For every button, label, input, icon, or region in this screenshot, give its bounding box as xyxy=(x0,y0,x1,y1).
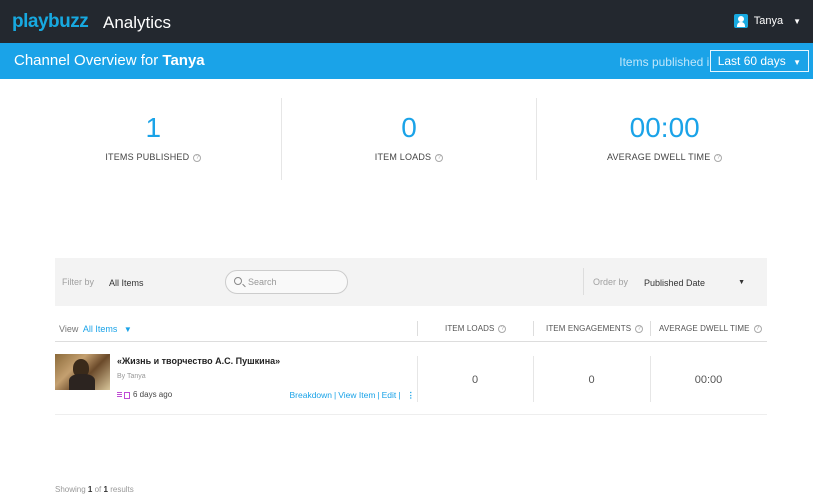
table-header: View All Items ▼ ITEM LOADS? ITEM ENGAGE… xyxy=(55,318,767,342)
chevron-down-icon: ▼ xyxy=(123,325,132,334)
channel-bar: Channel Overview for Tanya Items publish… xyxy=(0,43,813,79)
item-age-text: 6 days ago xyxy=(133,390,173,399)
published-in-label: Items published in xyxy=(619,55,716,69)
dwell-time-value: 00:00 xyxy=(694,374,723,386)
item-title[interactable]: «Жизнь и творчество А.С. Пушкина» xyxy=(117,356,280,366)
view-label: View xyxy=(59,324,79,334)
view-item-link[interactable]: View Item xyxy=(338,390,375,400)
search-input[interactable]: Search xyxy=(225,270,348,294)
table-row: «Жизнь и творчество А.С. Пушкина» By Tan… xyxy=(55,344,767,415)
stat-items-published: 1 ITEMS PUBLISHED? xyxy=(26,98,282,180)
help-icon[interactable]: ? xyxy=(193,153,202,162)
filter-label: Filter by xyxy=(62,277,95,287)
help-icon[interactable]: ? xyxy=(435,153,444,162)
app-name: Analytics xyxy=(103,13,172,32)
stat-average-dwell-time: 00:00 AVERAGE DWELL TIME? xyxy=(537,98,792,180)
chevron-down-icon: ▼ xyxy=(738,279,745,286)
filter-select-value: All Items xyxy=(109,278,144,288)
divider xyxy=(583,268,584,295)
help-icon[interactable]: ? xyxy=(753,324,762,333)
divider xyxy=(417,321,418,336)
stat-label: ITEM LOADS? xyxy=(282,152,537,162)
item-loads-value: 0 xyxy=(471,374,479,386)
top-bar: playbuzz Analytics Tanya ▼ xyxy=(0,0,813,43)
filter-bar: Filter by All Items ▼ Search Order by Pu… xyxy=(55,258,767,306)
edit-link[interactable]: Edit xyxy=(382,390,397,400)
stat-value: 0 xyxy=(401,112,417,143)
page-title-prefix: Channel Overview for xyxy=(14,52,159,69)
stat-value: 00:00 xyxy=(629,112,700,143)
chevron-down-icon: ▼ xyxy=(793,16,801,26)
list-type-icon xyxy=(117,391,130,399)
results-count: Showing 1 of 1 results xyxy=(55,485,134,494)
view-dropdown[interactable]: All Items ▼ xyxy=(83,324,132,334)
page-title-channel: Tanya xyxy=(162,52,205,69)
user-menu[interactable]: Tanya ▼ xyxy=(733,14,801,28)
order-label: Order by xyxy=(593,277,629,287)
chevron-down-icon: ▼ xyxy=(793,58,801,67)
stat-item-loads: 0 ITEM LOADS? xyxy=(282,98,538,180)
order-select-value: Published Date xyxy=(644,278,706,288)
search-icon xyxy=(234,277,242,285)
stat-value: 1 xyxy=(145,112,162,143)
divider xyxy=(650,321,651,336)
help-icon[interactable]: ? xyxy=(635,324,644,333)
help-icon[interactable]: ? xyxy=(498,324,507,333)
item-thumbnail[interactable] xyxy=(55,354,110,390)
breakdown-link[interactable]: Breakdown xyxy=(289,390,332,400)
user-avatar-icon xyxy=(733,14,748,28)
stat-label: ITEMS PUBLISHED? xyxy=(26,152,281,162)
user-name: Tanya xyxy=(753,15,784,27)
item-actions: Breakdown | View Item | Edit | ⋮ xyxy=(289,390,416,401)
stats-summary: 1 ITEMS PUBLISHED? 0 ITEM LOADS? 00:00 A… xyxy=(26,98,792,180)
more-options-icon[interactable]: ⋮ xyxy=(407,390,416,401)
help-icon[interactable]: ? xyxy=(714,153,723,162)
item-author: By Tanya xyxy=(117,373,146,380)
page-title: Channel Overview for Tanya xyxy=(14,52,205,69)
column-header-average-dwell-time[interactable]: AVERAGE DWELL TIME? xyxy=(659,324,762,333)
stat-label: AVERAGE DWELL TIME? xyxy=(537,152,792,162)
view-filter: View All Items ▼ xyxy=(59,324,132,334)
item-engagements-value: 0 xyxy=(588,374,595,386)
item-age: 6 days ago xyxy=(117,390,172,399)
date-range-dropdown[interactable]: Last 60 days ▼ xyxy=(709,50,809,72)
column-header-item-engagements[interactable]: ITEM ENGAGEMENTS? xyxy=(546,324,644,333)
column-header-item-loads[interactable]: ITEM LOADS? xyxy=(445,324,507,333)
divider xyxy=(533,321,534,336)
search-placeholder: Search xyxy=(248,277,277,287)
brand-logo[interactable]: playbuzz xyxy=(12,11,89,33)
date-range-value: Last 60 days xyxy=(717,54,786,68)
order-select[interactable]: Published Date ▼ xyxy=(637,271,755,295)
